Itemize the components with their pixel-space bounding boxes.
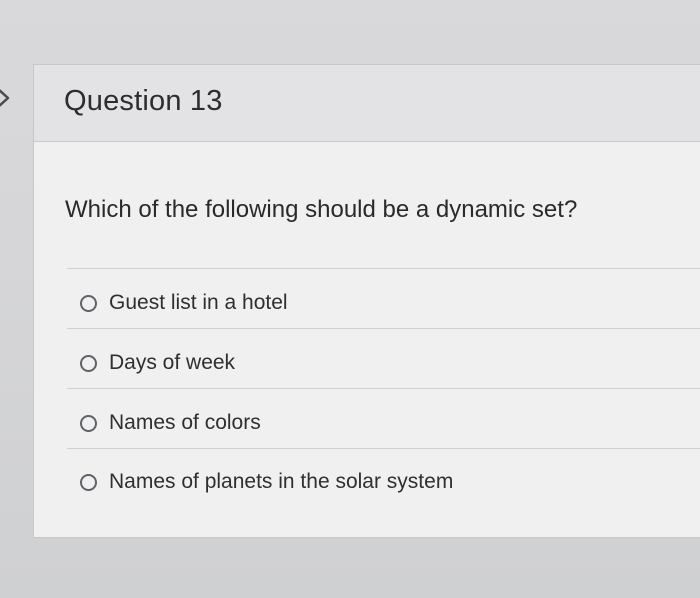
- answer-option-label: Names of colors: [109, 411, 261, 434]
- answer-option-4[interactable]: Names of planets in the solar system: [80, 462, 453, 502]
- question-body: Which of the following should be a dynam…: [34, 142, 700, 538]
- divider: [67, 328, 700, 329]
- answer-option-1[interactable]: Guest list in a hotel: [80, 283, 288, 323]
- radio-unselected-icon[interactable]: [80, 473, 97, 491]
- answer-option-3[interactable]: Names of colors: [80, 403, 261, 443]
- answer-option-label: Guest list in a hotel: [109, 291, 288, 314]
- question-prompt: Which of the following should be a dynam…: [65, 196, 578, 223]
- question-title: Question 13: [64, 85, 223, 117]
- answer-option-label: Days of week: [109, 351, 236, 374]
- divider: [67, 448, 700, 449]
- question-card: Question 13 Which of the following shoul…: [33, 64, 700, 538]
- chevron-right-icon[interactable]: [0, 86, 16, 110]
- question-header: Question 13: [34, 65, 700, 142]
- radio-unselected-icon[interactable]: [80, 294, 97, 312]
- divider: [67, 388, 700, 389]
- radio-unselected-icon[interactable]: [80, 414, 97, 432]
- answer-option-label: Names of planets in the solar system: [109, 470, 454, 493]
- answer-option-2[interactable]: Days of week: [80, 343, 235, 383]
- divider: [67, 268, 700, 269]
- radio-unselected-icon[interactable]: [80, 354, 97, 372]
